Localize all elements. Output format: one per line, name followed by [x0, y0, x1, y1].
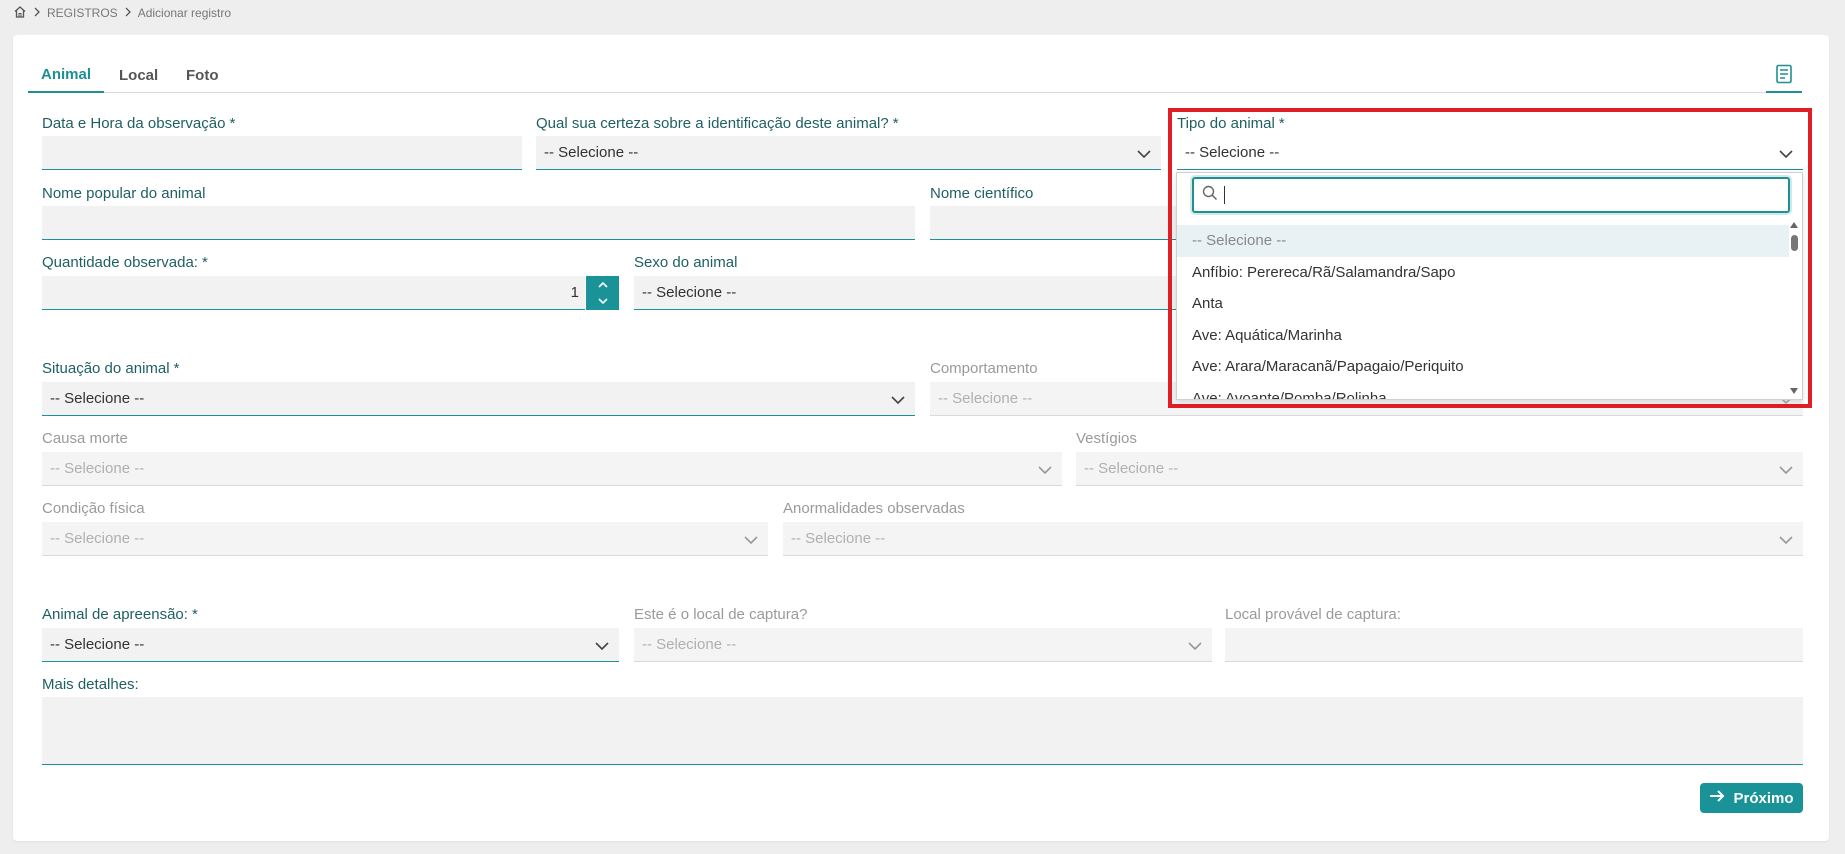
situacao-label: Situação do animal *	[42, 360, 180, 377]
certeza-select[interactable]: -- Selecione --	[536, 136, 1161, 170]
mais-detalhes-label: Mais detalhes:	[42, 676, 139, 693]
dropdown-search-input[interactable]	[1192, 177, 1790, 213]
scroll-up-icon[interactable]	[1789, 221, 1799, 229]
arrow-right-icon	[1709, 789, 1725, 807]
tab-local[interactable]: Local	[119, 57, 158, 93]
chevron-right-icon	[124, 6, 132, 20]
vestigios-value: -- Selecione --	[1084, 460, 1179, 477]
certeza-label: Qual sua certeza sobre a identificação d…	[536, 115, 899, 132]
condicao-fisica-select[interactable]: -- Selecione --	[42, 522, 768, 556]
chevron-down-icon	[1137, 146, 1151, 163]
decrement-button[interactable]	[586, 293, 619, 310]
search-icon	[1202, 185, 1218, 206]
local-provavel-input[interactable]	[1225, 628, 1803, 662]
mais-detalhes-textarea[interactable]	[42, 697, 1803, 765]
anormalidades-value: -- Selecione --	[791, 530, 886, 547]
certeza-value: -- Selecione --	[544, 144, 639, 161]
local-provavel-label: Local provável de captura:	[1225, 606, 1401, 623]
comportamento-value: -- Selecione --	[938, 390, 1033, 407]
chevron-down-icon	[1038, 462, 1052, 479]
chevron-down-icon	[891, 392, 905, 409]
quantidade-input[interactable]: 1	[42, 276, 585, 310]
nome-cientifico-label: Nome científico	[930, 185, 1034, 202]
apreensao-select[interactable]: -- Selecione --	[42, 628, 619, 662]
chevron-right-icon	[33, 6, 41, 20]
tipo-dropdown: -- Selecione -- Anfíbio: Perereca/Rã/Sal…	[1176, 172, 1803, 400]
chevron-down-icon	[744, 532, 758, 549]
nome-popular-label: Nome popular do animal	[42, 185, 206, 202]
condicao-fisica-label: Condição física	[42, 500, 145, 517]
chevron-down-icon	[1779, 532, 1793, 549]
causa-morte-label: Causa morte	[42, 430, 128, 447]
local-captura-label: Este é o local de captura?	[634, 606, 808, 623]
sexo-value: -- Selecione --	[642, 284, 737, 301]
dropdown-option[interactable]: Anta	[1177, 288, 1789, 320]
tab-animal[interactable]: Animal	[28, 57, 104, 93]
causa-morte-select[interactable]: -- Selecione --	[42, 452, 1062, 486]
home-icon[interactable]	[13, 5, 27, 22]
dropdown-options: -- Selecione -- Anfíbio: Perereca/Rã/Sal…	[1177, 225, 1789, 399]
anormalidades-select[interactable]: -- Selecione --	[783, 522, 1803, 556]
situacao-select[interactable]: -- Selecione --	[42, 382, 915, 416]
local-captura-select[interactable]: -- Selecione --	[634, 628, 1212, 662]
vestigios-select[interactable]: -- Selecione --	[1076, 452, 1803, 486]
nome-popular-input[interactable]	[42, 206, 915, 240]
situacao-value: -- Selecione --	[50, 390, 145, 407]
quantidade-label: Quantidade observada: *	[42, 254, 208, 271]
dropdown-option[interactable]: Ave: Aquática/Marinha	[1177, 320, 1789, 352]
chevron-down-icon	[1779, 462, 1793, 479]
vestigios-label: Vestígios	[1076, 430, 1137, 447]
scroll-down-icon[interactable]	[1789, 387, 1799, 395]
next-button-label: Próximo	[1733, 789, 1794, 807]
causa-morte-value: -- Selecione --	[50, 460, 145, 477]
local-captura-value: -- Selecione --	[642, 636, 737, 653]
chevron-down-icon	[595, 638, 609, 655]
tab-bar: Animal Local Foto	[28, 57, 1802, 93]
breadcrumb: REGISTROS Adicionar registro	[13, 5, 231, 21]
dropdown-option[interactable]: Anfíbio: Perereca/Rã/Salamandra/Sapo	[1177, 257, 1789, 289]
chevron-down-icon	[1188, 638, 1202, 655]
breadcrumb-item-current: Adicionar registro	[137, 6, 232, 20]
sexo-label: Sexo do animal	[634, 254, 738, 271]
increment-button[interactable]	[586, 276, 619, 293]
data-hora-input[interactable]	[42, 136, 522, 170]
dropdown-option[interactable]: -- Selecione --	[1177, 225, 1789, 257]
tab-foto[interactable]: Foto	[186, 57, 218, 93]
next-button[interactable]: Próximo	[1700, 783, 1803, 813]
comportamento-label: Comportamento	[930, 360, 1038, 377]
data-hora-label: Data e Hora da observação *	[42, 115, 236, 132]
condicao-fisica-value: -- Selecione --	[50, 530, 145, 547]
apreensao-label: Animal de apreensão: *	[42, 606, 198, 623]
breadcrumb-item-registros[interactable]: REGISTROS	[47, 6, 118, 20]
anormalidades-label: Anormalidades observadas	[783, 500, 965, 517]
scrollbar-thumb[interactable]	[1791, 235, 1798, 251]
dropdown-scrollbar[interactable]	[1788, 221, 1800, 395]
notes-icon[interactable]	[1766, 57, 1802, 93]
apreensao-value: -- Selecione --	[50, 636, 145, 653]
text-caret	[1224, 186, 1225, 204]
dropdown-option[interactable]: Ave: Avoante/Pomba/Rolinha	[1177, 383, 1789, 399]
quantidade-stepper	[586, 276, 619, 310]
dropdown-option[interactable]: Ave: Arara/Maracanã/Papagaio/Periquito	[1177, 351, 1789, 383]
